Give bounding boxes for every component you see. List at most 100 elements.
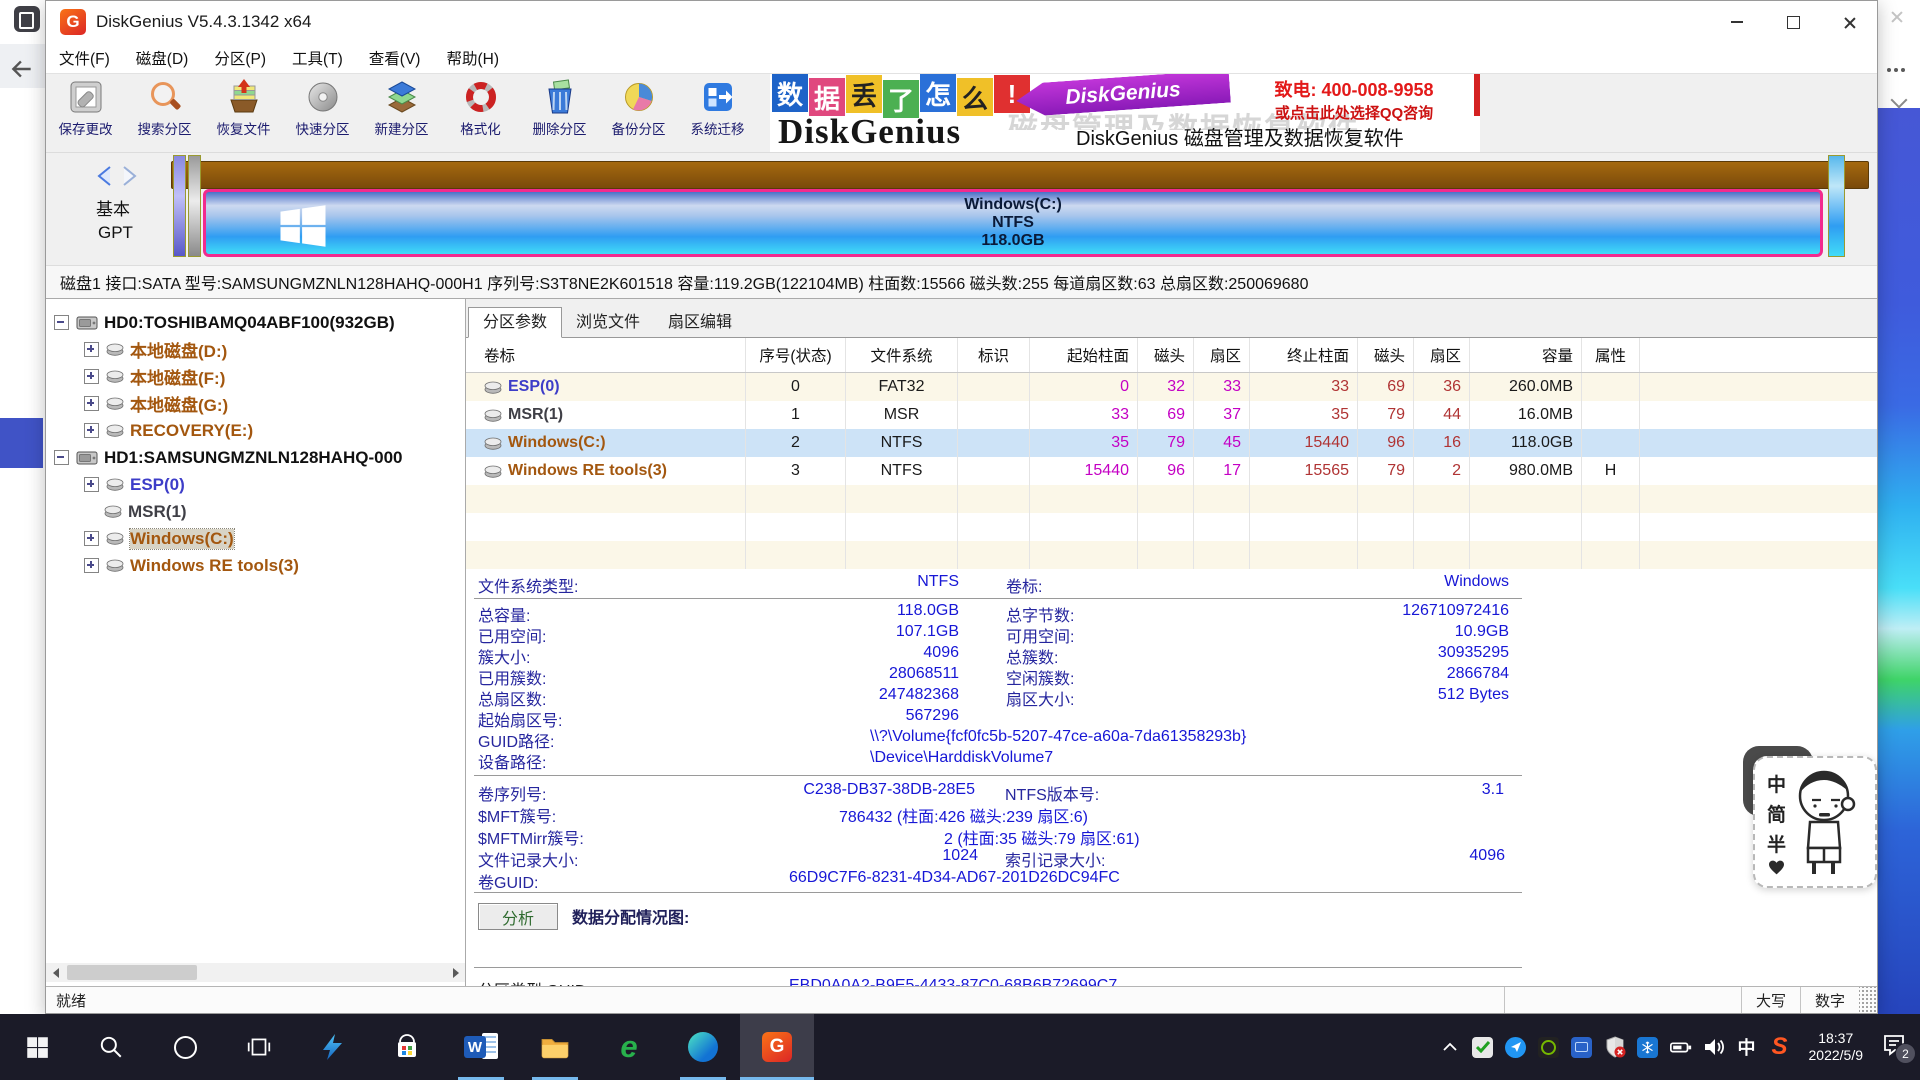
menu-help[interactable]: 帮助(H) bbox=[433, 43, 512, 73]
file-explorer-button[interactable] bbox=[518, 1014, 592, 1080]
save-changes-button[interactable]: 保存更改 bbox=[46, 74, 125, 152]
pinned-app-lightning[interactable] bbox=[296, 1014, 370, 1080]
format-button[interactable]: 格式化 bbox=[441, 74, 520, 152]
msr-partition-block[interactable] bbox=[188, 155, 201, 257]
menu-file[interactable]: 文件(F) bbox=[46, 43, 123, 73]
expand-icon[interactable] bbox=[84, 369, 99, 384]
background-close-icon[interactable] bbox=[1890, 10, 1904, 24]
tree-item-msr[interactable]: MSR(1) bbox=[46, 498, 465, 525]
banner-contact[interactable]: 致电: 400-008-9958 或点击此处选择QQ咨询 bbox=[1238, 76, 1470, 123]
tab-sector-edit[interactable]: 扇区编辑 bbox=[654, 308, 746, 337]
tray-power-icon[interactable] bbox=[1669, 1035, 1693, 1059]
table-row-msr[interactable]: MSR(1) 1 MSR 33 69 37 35 79 44 16.0MB bbox=[466, 401, 1877, 429]
tab-partition-params[interactable]: 分区参数 bbox=[468, 307, 562, 338]
ad-banner[interactable]: 磁盘管理及数据恢复软件 数 据 丢 了 怎 么 ! DiskGenius 致电:… bbox=[770, 74, 1480, 152]
col-seq-status[interactable]: 序号(状态) bbox=[746, 338, 846, 372]
search-partition-button[interactable]: 搜索分区 bbox=[125, 74, 204, 152]
menu-view[interactable]: 查看(V) bbox=[356, 43, 434, 73]
table-row-windows-re[interactable]: Windows RE tools(3) 3 NTFS 15440 96 17 1… bbox=[466, 457, 1877, 485]
close-button[interactable] bbox=[1821, 1, 1877, 43]
col-volume-label[interactable]: 卷标 bbox=[466, 338, 746, 372]
tree-item-windows-re[interactable]: Windows RE tools(3) bbox=[46, 552, 465, 579]
task-view-button[interactable] bbox=[222, 1014, 296, 1080]
menu-tools[interactable]: 工具(T) bbox=[279, 43, 356, 73]
disk-prev-next-icons[interactable] bbox=[94, 165, 140, 187]
tray-update-check-icon[interactable] bbox=[1471, 1035, 1495, 1059]
tree-item-disk-f[interactable]: 本地磁盘(F:) bbox=[46, 363, 465, 390]
tab-browse-files[interactable]: 浏览文件 bbox=[562, 308, 654, 337]
col-end-head[interactable]: 磁头 bbox=[1358, 338, 1414, 372]
collapse-icon[interactable] bbox=[54, 315, 69, 330]
col-attr[interactable]: 属性 bbox=[1582, 338, 1640, 372]
menu-partition[interactable]: 分区(P) bbox=[201, 43, 279, 73]
expand-icon[interactable] bbox=[84, 396, 99, 411]
scrollbar-thumb[interactable] bbox=[67, 965, 197, 980]
scroll-right-icon[interactable] bbox=[446, 963, 465, 982]
tree-item-hd0[interactable]: HD0:TOSHIBAMQ04ABF100(932GB) bbox=[46, 309, 465, 336]
quick-partition-button[interactable]: 快速分区 bbox=[283, 74, 362, 152]
expand-icon[interactable] bbox=[84, 531, 99, 546]
windows-partition-block[interactable]: Windows(C:) NTFS 118.0GB bbox=[203, 189, 1823, 257]
sogou-halfwidth-label[interactable]: 半 bbox=[1767, 830, 1786, 857]
analyze-button[interactable]: 分析 bbox=[478, 903, 558, 930]
delete-partition-button[interactable]: 删除分区 bbox=[520, 74, 599, 152]
tree-item-hd1[interactable]: HD1:SAMSUNGMZNLN128HAHQ-000 bbox=[46, 444, 465, 471]
expand-icon[interactable] bbox=[84, 477, 99, 492]
tray-sogou-icon[interactable]: S bbox=[1768, 1035, 1792, 1059]
tree-horizontal-scrollbar[interactable] bbox=[46, 963, 465, 982]
recovery-partition-block[interactable] bbox=[1828, 155, 1845, 257]
qq-link[interactable]: 或点击此处选择QQ咨询 bbox=[1238, 102, 1470, 123]
new-partition-button[interactable]: 新建分区 bbox=[362, 74, 441, 152]
tree-item-windows-c[interactable]: Windows(C:) bbox=[46, 525, 465, 552]
recover-files-button[interactable]: 恢复文件 bbox=[204, 74, 283, 152]
edge-button[interactable] bbox=[666, 1014, 740, 1080]
tree-item-disk-d[interactable]: 本地磁盘(D:) bbox=[46, 336, 465, 363]
cortana-button[interactable] bbox=[148, 1014, 222, 1080]
back-arrow-icon[interactable] bbox=[9, 56, 35, 82]
microsoft-store-button[interactable] bbox=[370, 1014, 444, 1080]
tray-chevron-up-icon[interactable] bbox=[1438, 1035, 1462, 1059]
tree-item-esp[interactable]: ESP(0) bbox=[46, 471, 465, 498]
tree-item-disk-g[interactable]: 本地磁盘(G:) bbox=[46, 390, 465, 417]
expand-icon[interactable] bbox=[84, 423, 99, 438]
expand-icon[interactable] bbox=[84, 342, 99, 357]
tray-snowflake-icon[interactable] bbox=[1636, 1035, 1660, 1059]
tree-item-recovery-e[interactable]: RECOVERY(E:) bbox=[46, 417, 465, 444]
tray-messenger-icon[interactable] bbox=[1504, 1035, 1528, 1059]
overflow-menu-icon[interactable] bbox=[1887, 68, 1909, 74]
table-row-esp[interactable]: ESP(0) 0 FAT32 0 32 33 33 69 36 260.0MB bbox=[466, 373, 1877, 401]
col-filesystem[interactable]: 文件系统 bbox=[846, 338, 958, 372]
col-end-cyl[interactable]: 终止柱面 bbox=[1250, 338, 1358, 372]
col-id[interactable]: 标识 bbox=[958, 338, 1030, 372]
taskbar-clock[interactable]: 18:37 2022/5/9 bbox=[1801, 1030, 1872, 1064]
backup-partition-button[interactable]: 备份分区 bbox=[599, 74, 678, 152]
sogou-status-panel[interactable]: 中 简 半 bbox=[1753, 756, 1877, 888]
scroll-left-icon[interactable] bbox=[46, 963, 65, 982]
tray-defender-icon[interactable] bbox=[1603, 1035, 1627, 1059]
col-end-sector[interactable]: 扇区 bbox=[1414, 338, 1470, 372]
esp-partition-block[interactable] bbox=[173, 155, 186, 257]
col-capacity[interactable]: 容量 bbox=[1470, 338, 1582, 372]
tray-nvidia-icon[interactable] bbox=[1537, 1035, 1561, 1059]
sogou-simplified-label[interactable]: 简 bbox=[1767, 800, 1786, 827]
sogou-lang-label[interactable]: 中 bbox=[1767, 770, 1786, 797]
col-start-sector[interactable]: 扇区 bbox=[1194, 338, 1250, 372]
table-row-windows-selected[interactable]: Windows(C:) 2 NTFS 35 79 45 15440 96 16 … bbox=[466, 429, 1877, 457]
ie-browser-button[interactable]: e bbox=[592, 1014, 666, 1080]
minimize-button[interactable] bbox=[1709, 1, 1765, 43]
browser-tab-icon[interactable] bbox=[14, 6, 40, 32]
col-start-cyl[interactable]: 起始柱面 bbox=[1030, 338, 1138, 372]
heart-icon[interactable] bbox=[1768, 860, 1785, 875]
taskbar-search-button[interactable] bbox=[74, 1014, 148, 1080]
maximize-button[interactable] bbox=[1765, 1, 1821, 43]
word-button[interactable]: W bbox=[444, 1014, 518, 1080]
start-button[interactable] bbox=[0, 1014, 74, 1080]
expand-icon[interactable] bbox=[84, 558, 99, 573]
col-start-head[interactable]: 磁头 bbox=[1138, 338, 1194, 372]
system-migrate-button[interactable]: 系统迁移 bbox=[678, 74, 757, 152]
tray-volume-icon[interactable] bbox=[1702, 1035, 1726, 1059]
tray-ime-indicator[interactable]: 中 bbox=[1735, 1035, 1759, 1059]
collapse-icon[interactable] bbox=[54, 450, 69, 465]
resize-grip[interactable] bbox=[1859, 987, 1877, 1013]
tray-intel-graphics-icon[interactable] bbox=[1570, 1035, 1594, 1059]
